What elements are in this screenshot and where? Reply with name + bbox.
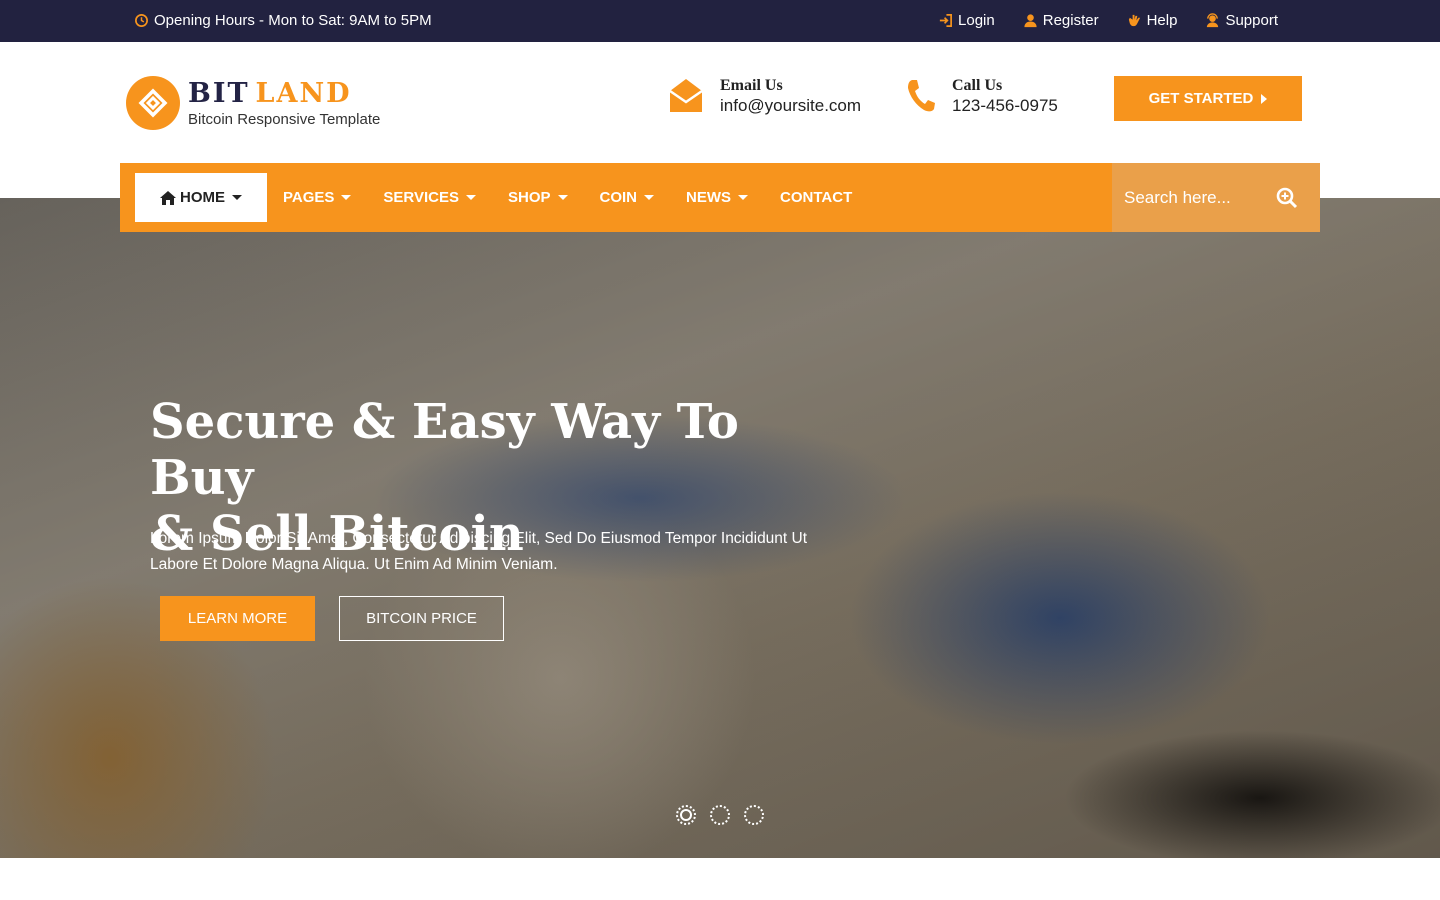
slider-dots	[676, 805, 764, 825]
hero-title-line-1: Secure & Easy Way To Buy	[150, 394, 739, 506]
nav-pages[interactable]: PAGES	[267, 173, 367, 222]
slider-dot-2[interactable]	[710, 805, 730, 825]
slider-dot-3[interactable]	[744, 805, 764, 825]
logo-mark-icon	[126, 76, 180, 130]
get-started-button[interactable]: GET STARTED	[1114, 76, 1302, 121]
email-value[interactable]: info@yoursite.com	[720, 96, 861, 116]
chevron-down-icon	[644, 195, 655, 200]
search-input[interactable]	[1124, 187, 1274, 208]
chevron-down-icon	[466, 195, 476, 200]
top-links: Login Register Help Support	[938, 12, 1278, 29]
hand-icon	[1128, 14, 1140, 27]
get-started-label: GET STARTED	[1148, 90, 1254, 107]
login-link[interactable]: Login	[938, 12, 995, 29]
register-label: Register	[1042, 12, 1099, 29]
login-label: Login	[958, 12, 995, 29]
brand-name-land: LAND	[255, 77, 352, 109]
nav-shop-label: SHOP	[508, 189, 551, 206]
learn-more-button[interactable]: LEARN MORE	[160, 596, 315, 641]
phone-value[interactable]: 123-456-0975	[952, 96, 1058, 116]
nav-shop[interactable]: SHOP	[492, 173, 584, 222]
nav-coin[interactable]: COIN	[584, 173, 671, 222]
search-icon[interactable]	[1276, 187, 1298, 209]
nav-home[interactable]: HOME	[135, 173, 267, 222]
login-icon	[939, 14, 952, 27]
help-link[interactable]: Help	[1127, 12, 1178, 29]
email-label: Email Us	[720, 76, 783, 94]
help-label: Help	[1146, 12, 1178, 29]
phone-contact[interactable]: Call Us 123-456-0975	[904, 76, 1058, 116]
nav-services[interactable]: SERVICES	[367, 173, 492, 222]
opening-hours: Opening Hours - Mon to Sat: 9AM to 5PM	[134, 12, 432, 29]
nav-contact[interactable]: CONTACT	[764, 173, 868, 222]
caret-right-icon	[1261, 93, 1268, 104]
email-contact[interactable]: Email Us info@yoursite.com	[666, 76, 861, 116]
bitcoin-price-button[interactable]: BITCOIN PRICE	[339, 596, 504, 641]
chevron-down-icon	[341, 195, 352, 200]
brand-name: BIT LAND	[188, 77, 380, 109]
main-nav: HOME PAGES SERVICES SHOP COIN NEWS CONTA…	[120, 163, 1320, 232]
search-box	[1112, 163, 1320, 232]
support-icon	[1207, 13, 1219, 28]
user-icon	[1024, 14, 1037, 28]
clock-icon	[135, 14, 148, 27]
nav-contact-label: CONTACT	[780, 189, 853, 206]
phone-label: Call Us	[952, 76, 1003, 94]
hero-description: Lorem Ipsum Dolor Sit Amet, Consectetur …	[150, 530, 808, 573]
hero-slider: Secure & Easy Way To Buy & Sell Bitcoin …	[0, 198, 1440, 858]
nav-news[interactable]: NEWS	[670, 173, 764, 222]
support-label: Support	[1225, 12, 1278, 29]
envelope-icon	[669, 79, 703, 112]
support-link[interactable]: Support	[1205, 12, 1278, 29]
opening-hours-text: Opening Hours - Mon to Sat: 9AM to 5PM	[154, 12, 432, 29]
brand-tagline: Bitcoin Responsive Template	[188, 110, 381, 128]
nav-pages-label: PAGES	[283, 189, 335, 206]
top-bar: Opening Hours - Mon to Sat: 9AM to 5PM L…	[0, 0, 1440, 42]
chevron-down-icon	[232, 195, 242, 200]
home-icon	[160, 190, 176, 205]
nav-services-label: SERVICES	[383, 189, 459, 206]
slider-dot-1[interactable]	[676, 805, 696, 825]
nav-home-label: HOME	[180, 189, 225, 206]
chevron-down-icon	[557, 195, 568, 200]
brand-name-bit: BIT	[188, 77, 250, 109]
site-logo[interactable]: BIT LAND Bitcoin Responsive Template	[126, 76, 380, 130]
phone-icon	[908, 80, 935, 112]
chevron-down-icon	[738, 195, 749, 200]
nav-news-label: NEWS	[686, 189, 732, 206]
register-link[interactable]: Register	[1023, 12, 1099, 29]
nav-coin-label: COIN	[599, 189, 638, 206]
